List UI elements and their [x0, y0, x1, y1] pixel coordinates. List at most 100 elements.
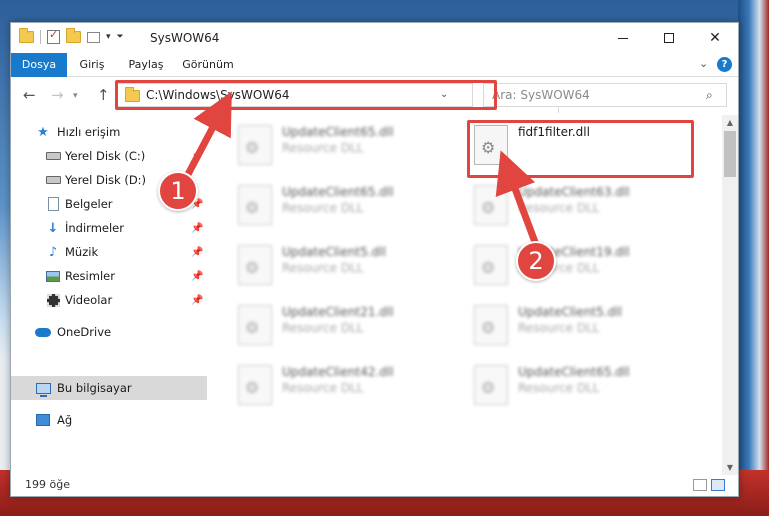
- scroll-thumb[interactable]: [724, 131, 736, 177]
- close-icon: ✕: [709, 30, 721, 46]
- navigation-pane: ★ Hızlı erişim Yerel Disk (C:) 📌 Yerel D…: [11, 115, 207, 475]
- help-icon[interactable]: ?: [717, 57, 732, 72]
- dll-file-icon: [238, 125, 272, 165]
- pin-icon[interactable]: 📌: [191, 295, 203, 306]
- search-box[interactable]: ⌕: [483, 83, 727, 107]
- sidebar-item-label: Hızlı erişim: [57, 125, 121, 139]
- dll-file-icon: [238, 305, 272, 345]
- list-item[interactable]: UpdateClient65.dll Resource DLL: [474, 363, 694, 413]
- drive-c-icon: [45, 148, 61, 164]
- pin-icon[interactable]: 📌: [191, 271, 203, 282]
- sidebar-item-label: Müzik: [65, 245, 99, 259]
- sidebar-item-drive-c[interactable]: Yerel Disk (C:) 📌: [11, 144, 207, 168]
- onedrive-icon: [35, 324, 51, 340]
- file-name: UpdateClient65.dll: [518, 365, 630, 379]
- sidebar-item-videos[interactable]: Videolar 📌: [11, 288, 207, 312]
- sidebar-item-label: OneDrive: [57, 325, 112, 339]
- scroll-down-icon[interactable]: ▼: [722, 460, 738, 475]
- close-button[interactable]: ✕: [692, 23, 738, 53]
- chevron-down-icon[interactable]: ▾: [106, 32, 111, 42]
- list-item[interactable]: UpdateClient21.dll Resource DLL: [238, 303, 458, 353]
- network-icon: [35, 412, 51, 428]
- address-highlight: [115, 80, 497, 110]
- wallpaper-right-strip: [738, 0, 769, 516]
- window-title: SysWOW64: [150, 31, 220, 45]
- list-item[interactable]: UpdateClient42.dll Resource DLL: [238, 363, 458, 413]
- dll-file-icon: [238, 185, 272, 225]
- toolbar-customize-icon[interactable]: [87, 31, 100, 43]
- minimize-icon: [618, 37, 628, 39]
- file-type: Resource DLL: [282, 141, 364, 155]
- minimize-button[interactable]: [600, 23, 646, 53]
- sidebar-item-pictures[interactable]: Resimler 📌: [11, 264, 207, 288]
- sidebar-item-label: Ağ: [57, 413, 73, 427]
- videos-icon: [45, 292, 61, 308]
- pin-icon[interactable]: 📌: [191, 223, 203, 234]
- documents-icon: [45, 196, 61, 212]
- forward-arrow-icon[interactable]: →: [51, 86, 64, 104]
- list-item[interactable]: UpdateClient5.dll Resource DLL: [238, 243, 458, 293]
- tab-view[interactable]: Görünüm: [175, 53, 241, 77]
- dll-file-icon: [238, 365, 272, 405]
- sidebar-item-label: İndirmeler: [65, 221, 124, 235]
- large-icons-view-icon[interactable]: [711, 479, 725, 491]
- sidebar-item-label: Yerel Disk (D:): [65, 173, 147, 187]
- dll-file-icon: [474, 245, 508, 285]
- sidebar-item-label: Bu bilgisayar: [57, 381, 132, 395]
- sidebar-item-music[interactable]: ♪ Müzik 📌: [11, 240, 207, 264]
- pictures-icon: [45, 268, 61, 284]
- file-highlight: [467, 120, 694, 178]
- tab-share[interactable]: Paylaş: [117, 53, 175, 77]
- properties-icon[interactable]: [47, 28, 60, 44]
- qat-dropdown-icon[interactable]: ⏷: [117, 32, 124, 42]
- search-input[interactable]: [484, 84, 704, 106]
- folder-icon: [19, 28, 34, 43]
- dll-file-icon: [474, 185, 508, 225]
- dll-file-icon: [474, 365, 508, 405]
- sidebar-item-downloads[interactable]: ↓ İndirmeler 📌: [11, 216, 207, 240]
- vertical-scrollbar[interactable]: ▲ ▼: [722, 115, 738, 475]
- sidebar-item-onedrive[interactable]: OneDrive: [11, 320, 207, 344]
- drive-d-icon: [45, 172, 61, 188]
- sidebar-item-network[interactable]: Ağ: [11, 408, 207, 432]
- file-type: Resource DLL: [282, 381, 364, 395]
- file-type: Resource DLL: [282, 261, 364, 275]
- file-type: Resource DLL: [282, 201, 364, 215]
- sidebar-item-label: Yerel Disk (C:): [65, 149, 146, 163]
- pin-icon[interactable]: 📌: [191, 151, 203, 162]
- sidebar-item-this-pc[interactable]: Bu bilgisayar: [11, 376, 207, 400]
- tab-home[interactable]: Giriş: [67, 53, 117, 77]
- new-folder-icon[interactable]: [66, 28, 81, 43]
- file-type: Resource DLL: [518, 201, 600, 215]
- music-icon: ♪: [48, 244, 58, 260]
- file-name: UpdateClient5.dll: [282, 245, 386, 259]
- search-icon[interactable]: ⌕: [706, 88, 713, 103]
- recent-locations-icon[interactable]: ▾: [73, 91, 78, 101]
- file-name: UpdateClient5.dll: [518, 305, 622, 319]
- list-item[interactable]: UpdateClient5.dll Resource DLL: [474, 303, 694, 353]
- star-icon: ★: [37, 124, 49, 140]
- tab-file[interactable]: Dosya: [11, 53, 67, 77]
- scroll-up-icon[interactable]: ▲: [722, 115, 738, 130]
- list-item[interactable]: UpdateClient65.dll Resource DLL: [238, 123, 458, 173]
- sidebar-item-label: Videolar: [65, 293, 113, 307]
- toolbar-separator: [40, 30, 41, 44]
- step-1-badge: 1: [158, 171, 198, 211]
- title-bar: ▾ ⏷ SysWOW64 ✕: [11, 23, 738, 53]
- list-item[interactable]: UpdateClient63.dll Resource DLL: [474, 183, 694, 233]
- list-item[interactable]: UpdateClient19.dll Resource DLL: [474, 243, 694, 293]
- list-item[interactable]: UpdateClient65.dll Resource DLL: [238, 183, 458, 233]
- this-pc-icon: [35, 380, 51, 397]
- back-arrow-icon[interactable]: ←: [23, 86, 36, 104]
- maximize-button[interactable]: [646, 23, 692, 53]
- sidebar-item-quick-access[interactable]: ★ Hızlı erişim: [11, 120, 207, 144]
- file-name: UpdateClient42.dll: [282, 365, 394, 379]
- details-view-icon[interactable]: [693, 479, 707, 491]
- file-type: Resource DLL: [518, 381, 600, 395]
- file-name: UpdateClient63.dll: [518, 185, 630, 199]
- pin-icon[interactable]: 📌: [191, 247, 203, 258]
- file-name: UpdateClient65.dll: [282, 185, 394, 199]
- up-arrow-icon[interactable]: ↑: [97, 86, 110, 104]
- expand-ribbon-icon[interactable]: ⌄: [699, 57, 708, 70]
- item-count: 199 öğe: [25, 478, 70, 491]
